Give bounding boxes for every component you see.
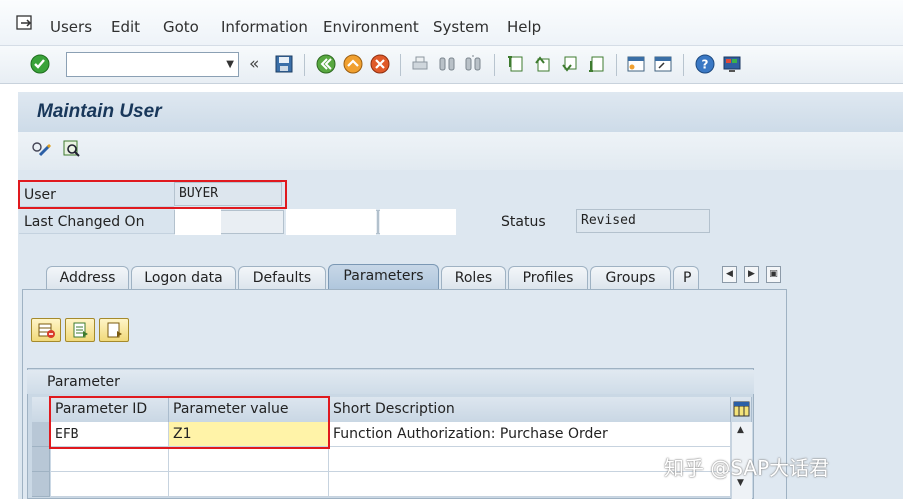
tab-scroll-right-icon[interactable]: ▶ [744, 266, 759, 283]
parameter-value-cell[interactable] [169, 447, 329, 472]
parameter-id-cell[interactable] [51, 472, 169, 497]
redacted-area [175, 209, 221, 235]
other-user-icon[interactable] [62, 139, 82, 159]
tab-address[interactable]: Address [46, 266, 129, 290]
display-change-icon[interactable] [31, 140, 53, 160]
find-next-icon[interactable] [463, 54, 483, 74]
tab-logon-data[interactable]: Logon data [131, 266, 236, 290]
watermark: 知乎 @SAP大话君 [664, 456, 830, 480]
scroll-up-icon[interactable]: ▲ [737, 425, 744, 435]
application-toolbar [18, 132, 903, 170]
menu-bar: Users Edit Goto Information Environment … [0, 0, 903, 46]
menu-system[interactable]: System [433, 18, 489, 36]
tab-parameters[interactable]: Parameters [328, 264, 439, 291]
deselect-all-button[interactable] [99, 318, 129, 342]
delete-row-button[interactable] [31, 318, 61, 342]
tab-scroll-left-icon[interactable]: ◀ [722, 266, 737, 283]
exit-icon[interactable] [343, 54, 363, 74]
tab-profiles[interactable]: Profiles [508, 266, 588, 290]
select-all-icon [73, 322, 88, 338]
status-field: Revised [576, 209, 710, 233]
deselect-all-icon [107, 322, 122, 338]
row-selector[interactable] [32, 472, 50, 497]
customize-layout-icon[interactable] [722, 54, 742, 74]
page-title: Maintain User [37, 101, 162, 122]
menu-users[interactable]: Users [50, 18, 92, 36]
create-session-icon[interactable] [626, 54, 646, 74]
redacted-area [286, 209, 376, 235]
command-field[interactable]: ▼ [66, 52, 239, 77]
row-selector[interactable] [32, 422, 50, 447]
svg-text:?: ? [702, 58, 709, 72]
tab-defaults[interactable]: Defaults [238, 266, 326, 290]
system-menu-icon[interactable] [16, 15, 34, 31]
tab-groups[interactable]: Groups [590, 266, 671, 290]
select-all-button[interactable] [65, 318, 95, 342]
tab-roles[interactable]: Roles [441, 266, 506, 290]
tab-strip: Address Logon data Defaults Parameters R… [22, 262, 787, 291]
tab-list-icon[interactable]: ▣ [766, 266, 781, 283]
parameter-value-cell[interactable] [169, 472, 329, 497]
chevron-down-icon[interactable]: ▼ [226, 59, 234, 70]
menu-help[interactable]: Help [507, 18, 541, 36]
redacted-area [380, 209, 456, 235]
next-page-icon[interactable] [559, 54, 579, 74]
user-field[interactable]: BUYER [174, 182, 282, 206]
short-description-cell: Function Authorization: Purchase Order [329, 422, 731, 447]
row-selector-header[interactable] [32, 397, 51, 422]
command-input[interactable] [67, 53, 213, 75]
parameter-value-cell[interactable]: Z1 [169, 422, 329, 447]
menu-environment[interactable]: Environment [323, 18, 419, 36]
shortcut-icon[interactable] [653, 54, 673, 74]
parameter-id-cell[interactable]: EFB [51, 422, 169, 447]
user-label: User [19, 183, 174, 207]
cancel-icon[interactable] [370, 54, 390, 74]
previous-page-icon[interactable] [532, 54, 552, 74]
column-header-parameter-id[interactable]: Parameter ID [51, 397, 169, 422]
parameter-table-title: Parameter [27, 370, 754, 394]
save-icon[interactable] [274, 54, 294, 74]
delete-row-icon [38, 323, 55, 338]
collapse-arrow-icon[interactable]: « [249, 54, 259, 74]
last-changed-label: Last Changed On [19, 210, 174, 234]
find-icon[interactable] [437, 54, 457, 74]
back-icon[interactable] [316, 54, 336, 74]
table-settings-icon [733, 401, 750, 417]
column-header-parameter-value[interactable]: Parameter value [169, 397, 329, 422]
column-header-short-description[interactable]: Short Description [329, 397, 731, 422]
column-settings-button[interactable] [731, 397, 752, 422]
menu-goto[interactable]: Goto [163, 18, 199, 36]
status-label: Status [501, 214, 546, 230]
first-page-icon[interactable] [505, 54, 525, 74]
help-icon[interactable]: ? [695, 54, 715, 74]
enter-check-icon[interactable] [30, 54, 50, 74]
last-page-icon[interactable] [586, 54, 606, 74]
title-bar: Maintain User [18, 92, 903, 132]
row-selector[interactable] [32, 447, 50, 472]
menu-information[interactable]: Information [221, 18, 308, 36]
parameter-id-cell[interactable] [51, 447, 169, 472]
menu-edit[interactable]: Edit [111, 18, 140, 36]
tab-personalization[interactable]: P [673, 266, 699, 290]
standard-toolbar: ▼ « ? [0, 46, 903, 84]
print-icon[interactable] [410, 54, 430, 74]
